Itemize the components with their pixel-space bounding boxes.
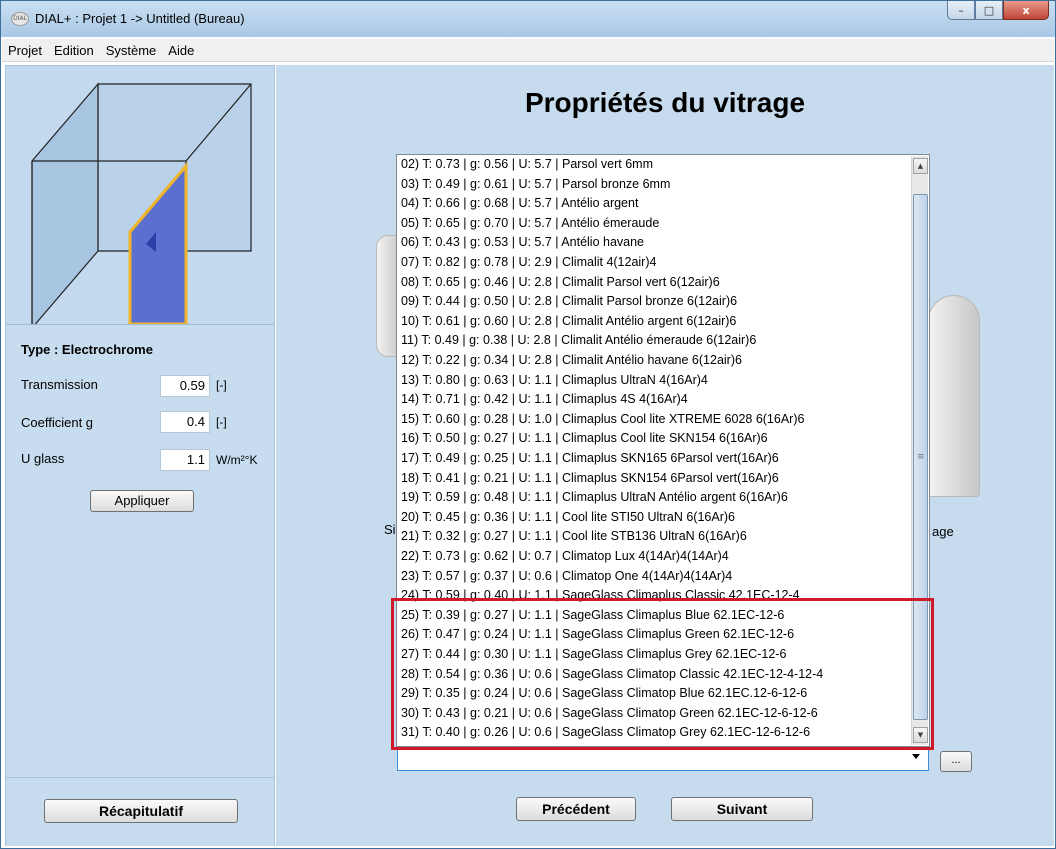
menu-aide[interactable]: Aide (162, 43, 200, 58)
grip-icon: ≡ (917, 452, 925, 462)
u-glass-field[interactable]: 1.1 (160, 449, 210, 471)
summary-button[interactable]: Récapitulatif (44, 799, 238, 823)
background-label-left: Si (384, 522, 396, 537)
list-item[interactable]: 03) T: 0.49 | g: 0.61 | U: 5.7 | Parsol … (401, 175, 670, 194)
list-item[interactable]: 21) T: 0.32 | g: 0.27 | U: 1.1 | Cool li… (401, 527, 747, 546)
list-item[interactable]: 16) T: 0.50 | g: 0.27 | U: 1.1 | Climapl… (401, 429, 768, 448)
list-item[interactable]: 28) T: 0.54 | g: 0.36 | U: 0.6 | SageGla… (401, 665, 823, 684)
chevron-down-icon[interactable] (912, 754, 920, 759)
list-item[interactable]: 30) T: 0.43 | g: 0.21 | U: 0.6 | SageGla… (401, 704, 818, 723)
list-item[interactable]: 12) T: 0.22 | g: 0.34 | U: 2.8 | Climali… (401, 351, 742, 370)
u-glass-label: U glass (21, 451, 65, 466)
transmission-label: Transmission (21, 377, 98, 392)
minimize-button[interactable]: – (947, 1, 975, 20)
list-item[interactable]: 24) T: 0.59 | g: 0.40 | U: 1.1 | SageGla… (401, 586, 800, 605)
list-item[interactable]: 08) T: 0.65 | g: 0.46 | U: 2.8 | Climali… (401, 273, 720, 292)
glazing-dropdown-list[interactable]: 02) T: 0.73 | g: 0.56 | U: 5.7 | Parsol … (396, 154, 930, 747)
transmission-unit: [-] (216, 378, 227, 392)
background-window-shape (928, 295, 980, 497)
menu-bar: Projet Edition Système Aide (2, 39, 1054, 62)
list-item[interactable]: 25) T: 0.39 | g: 0.27 | U: 1.1 | SageGla… (401, 606, 784, 625)
list-item[interactable]: 20) T: 0.45 | g: 0.36 | U: 1.1 | Cool li… (401, 508, 735, 527)
list-item[interactable]: 29) T: 0.35 | g: 0.24 | U: 0.6 | SageGla… (401, 684, 807, 703)
g-coefficient-label: Coefficient g (21, 415, 94, 430)
window-controls: – □ x (947, 1, 1049, 21)
list-item[interactable]: 22) T: 0.73 | g: 0.62 | U: 0.7 | Climato… (401, 547, 729, 566)
list-item[interactable]: 07) T: 0.82 | g: 0.78 | U: 2.9 | Climali… (401, 253, 656, 272)
app-window: DIAL DIAL+ : Projet 1 -> Untitled (Burea… (0, 0, 1056, 849)
list-item[interactable]: 26) T: 0.47 | g: 0.24 | U: 1.1 | SageGla… (401, 625, 794, 644)
list-item[interactable]: 31) T: 0.40 | g: 0.26 | U: 0.6 | SageGla… (401, 723, 810, 742)
scroll-down-icon[interactable]: ▼ (913, 727, 928, 743)
list-scrollbar[interactable]: ▲ ≡ ▼ (911, 156, 928, 745)
page-title: Propriétés du vitrage (524, 87, 806, 118)
app-logo-icon: DIAL (11, 12, 29, 26)
scrollbar-thumb[interactable]: ≡ (913, 194, 928, 720)
list-item[interactable]: 17) T: 0.49 | g: 0.25 | U: 1.1 | Climapl… (401, 449, 779, 468)
list-item[interactable]: 11) T: 0.49 | g: 0.38 | U: 2.8 | Climali… (401, 331, 756, 350)
left-panel: Type : Electrochrome Transmission 0.59 [… (5, 65, 275, 846)
apply-button[interactable]: Appliquer (90, 490, 194, 512)
next-button[interactable]: Suivant (671, 797, 813, 821)
list-item[interactable]: 19) T: 0.59 | g: 0.48 | U: 1.1 | Climapl… (401, 488, 788, 507)
browse-button[interactable]: ... (940, 751, 972, 772)
previous-button[interactable]: Précédent (516, 797, 636, 821)
list-item[interactable]: 14) T: 0.71 | g: 0.42 | U: 1.1 | Climapl… (401, 390, 688, 409)
menu-systeme[interactable]: Système (100, 43, 163, 58)
u-glass-unit: W/m²°K (216, 453, 258, 467)
maximize-button[interactable]: □ (975, 1, 1003, 20)
list-item[interactable]: 15) T: 0.60 | g: 0.28 | U: 1.0 | Climapl… (401, 410, 804, 429)
list-item[interactable]: 04) T: 0.66 | g: 0.68 | U: 5.7 | Antélio… (401, 194, 638, 213)
window-title: DIAL+ : Projet 1 -> Untitled (Bureau) (35, 11, 245, 26)
list-item[interactable]: 13) T: 0.80 | g: 0.63 | U: 1.1 | Climapl… (401, 371, 708, 390)
background-label-right: age (932, 524, 954, 539)
list-item[interactable]: 10) T: 0.61 | g: 0.60 | U: 2.8 | Climali… (401, 312, 736, 331)
g-coefficient-field[interactable]: 0.4 (160, 411, 210, 433)
list-item[interactable]: 18) T: 0.41 | g: 0.21 | U: 1.1 | Climapl… (401, 469, 779, 488)
transmission-field[interactable]: 0.59 (160, 375, 210, 397)
glazing-type-label: Type : Electrochrome (21, 342, 153, 357)
list-item[interactable]: 05) T: 0.65 | g: 0.70 | U: 5.7 | Antélio… (401, 214, 659, 233)
list-item[interactable]: 09) T: 0.44 | g: 0.50 | U: 2.8 | Climali… (401, 292, 737, 311)
list-item[interactable]: 27) T: 0.44 | g: 0.30 | U: 1.1 | SageGla… (401, 645, 786, 664)
close-button[interactable]: x (1003, 1, 1049, 20)
list-item[interactable]: 06) T: 0.43 | g: 0.53 | U: 5.7 | Antélio… (401, 233, 644, 252)
room-preview (6, 66, 274, 330)
glazing-select[interactable] (397, 747, 929, 771)
main-panel: Propriétés du vitrage Si age 02) T: 0.73… (276, 65, 1054, 846)
scroll-up-icon[interactable]: ▲ (913, 158, 928, 174)
menu-projet[interactable]: Projet (2, 43, 48, 58)
room-cube-illustration (31, 82, 252, 330)
title-bar[interactable]: DIAL DIAL+ : Projet 1 -> Untitled (Burea… (1, 1, 1055, 37)
list-item[interactable]: 23) T: 0.57 | g: 0.37 | U: 0.6 | Climato… (401, 567, 732, 586)
menu-edition[interactable]: Edition (48, 43, 100, 58)
list-item[interactable]: 02) T: 0.73 | g: 0.56 | U: 5.7 | Parsol … (401, 155, 653, 174)
g-coefficient-unit: [-] (216, 415, 227, 429)
